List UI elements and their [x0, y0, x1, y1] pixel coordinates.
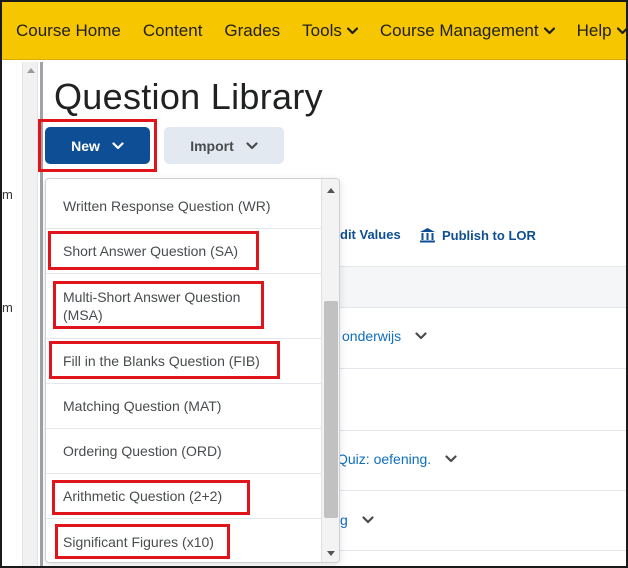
menu-item-short-answer[interactable]: Short Answer Question (SA) — [46, 229, 321, 274]
table-header — [340, 266, 626, 308]
menu-item-label: Written Response Question (WR) — [63, 198, 271, 214]
row-divider — [340, 430, 626, 431]
page-title: Question Library — [54, 76, 323, 117]
edit-values-label: dit Values — [340, 227, 401, 242]
scrollbar-thumb[interactable] — [324, 301, 338, 518]
menu-item-label: Multi-Short Answer Question (MSA) — [63, 289, 241, 323]
menu-item-matching[interactable]: Matching Question (MAT) — [46, 384, 321, 429]
row-link-label: onderwijs — [342, 328, 402, 344]
scroll-up-arrow-icon[interactable] — [327, 188, 335, 193]
menu-item-label: Fill in the Blanks Question (FIB) — [63, 353, 260, 369]
nav-grades-label: Grades — [224, 20, 281, 40]
nav-help-label: Help — [576, 20, 612, 40]
nav-help[interactable]: Help — [576, 20, 626, 41]
scroll-up-arrow-icon[interactable] — [27, 68, 35, 73]
row-divider — [340, 368, 626, 369]
menu-item-label: Significant Figures (x10) — [63, 533, 214, 550]
chevron-down-icon[interactable] — [445, 455, 457, 463]
menu-item-label: Arithmetic Question (2+2) — [63, 488, 223, 504]
row-divider — [340, 550, 626, 551]
row-link-label: g — [340, 512, 348, 528]
nav-grades[interactable]: Grades — [224, 21, 280, 41]
chevron-down-icon — [112, 141, 124, 150]
table-row-link[interactable]: onderwijs — [342, 328, 427, 344]
menu-item-ordering[interactable]: Ordering Question (ORD) — [46, 429, 321, 474]
nav-content[interactable]: Content — [143, 21, 203, 41]
menu-item-label: Short Answer Question (SA) — [63, 243, 239, 259]
new-button-label: New — [71, 137, 100, 154]
new-button[interactable]: New — [45, 127, 150, 164]
nav-course-management-label: Course Management — [379, 20, 539, 40]
menu-item-fill-in-the-blanks[interactable]: Fill in the Blanks Question (FIB) — [46, 339, 321, 384]
publish-to-lor-label: Publish to LOR — [442, 227, 536, 243]
nav-course-home[interactable]: Course Home — [16, 21, 121, 41]
chevron-down-icon[interactable] — [415, 332, 427, 340]
scroll-down-arrow-icon[interactable] — [327, 551, 335, 556]
clipped-text: m — [2, 187, 13, 202]
nav-tools-label: Tools — [302, 20, 342, 40]
nav-course-management[interactable]: Course Management — [380, 21, 555, 41]
new-question-menu: Written Response Question (WR) Short Ans… — [45, 178, 340, 563]
chevron-down-icon — [346, 26, 358, 35]
menu-item-written-response[interactable]: Written Response Question (WR) — [46, 184, 321, 229]
clipped-text: m — [2, 300, 13, 315]
row-divider — [340, 490, 626, 491]
menu-item-label: Ordering Question (ORD) — [63, 443, 222, 459]
import-button[interactable]: Import — [164, 127, 284, 164]
publish-icon — [419, 227, 436, 243]
nav-course-home-label: Course Home — [16, 20, 121, 40]
chevron-down-icon — [543, 26, 555, 35]
left-panel-scrollbar[interactable] — [22, 62, 38, 566]
row-link-label: Quiz: oefening. — [337, 451, 432, 467]
course-navbar: Course Home Content Grades Tools Course … — [2, 2, 626, 60]
chevron-down-icon — [246, 141, 258, 150]
table-row-link[interactable]: g — [340, 512, 374, 528]
nav-content-label: Content — [142, 20, 203, 40]
divider — [40, 62, 43, 566]
menu-scrollbar[interactable] — [321, 179, 339, 562]
menu-item-arithmetic[interactable]: Arithmetic Question (2+2) — [46, 474, 321, 519]
table-row-link[interactable]: Quiz: oefening. — [337, 451, 457, 467]
menu-item-multi-short-answer[interactable]: Multi-Short Answer Question (MSA) — [46, 274, 321, 339]
chevron-down-icon[interactable] — [362, 516, 374, 524]
app-frame: Course Home Content Grades Tools Course … — [0, 0, 628, 568]
edit-values-link[interactable]: dit Values — [340, 227, 401, 242]
publish-to-lor-link[interactable]: Publish to LOR — [419, 227, 536, 243]
chevron-down-icon — [616, 26, 626, 35]
menu-item-significant-figures[interactable]: Significant Figures (x10) — [46, 519, 321, 562]
import-button-label: Import — [190, 137, 234, 154]
nav-tools[interactable]: Tools — [302, 21, 358, 41]
menu-item-label: Matching Question (MAT) — [63, 398, 222, 414]
